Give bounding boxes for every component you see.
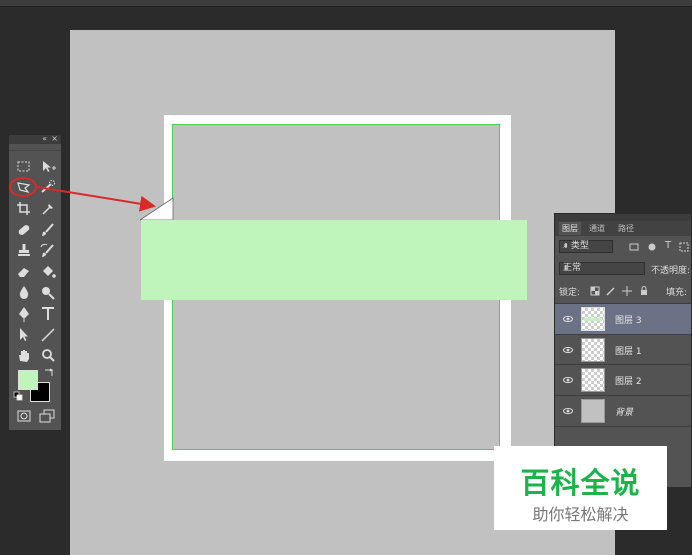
- tool-row: [12, 346, 58, 366]
- app-top-bar: [0, 0, 692, 7]
- image-filter-icon[interactable]: [629, 242, 639, 252]
- path-select-icon[interactable]: [14, 325, 34, 345]
- tool-row: [12, 199, 58, 219]
- tools-panel-grip[interactable]: [9, 144, 61, 151]
- move-icon[interactable]: [38, 157, 58, 177]
- pen-icon[interactable]: [14, 304, 34, 324]
- tool-row: [12, 241, 58, 261]
- history-brush-icon[interactable]: [38, 241, 58, 261]
- filter-kind-select[interactable]: ⌕ 类型 ⬍: [559, 240, 613, 253]
- tab-paths[interactable]: 路径: [615, 222, 637, 235]
- layers-panel-tabs: 图层 通道 路径: [555, 221, 691, 236]
- layer-thumbnail: [581, 399, 605, 423]
- tools-panel-header[interactable]: « ×: [9, 134, 61, 144]
- lock-pixels-icon[interactable]: [606, 286, 616, 296]
- visibility-eye-icon[interactable]: [563, 314, 573, 324]
- eraser-icon[interactable]: [14, 262, 34, 282]
- type-filter-icon[interactable]: T: [665, 240, 671, 251]
- blur-icon[interactable]: [14, 283, 34, 303]
- watermark-subtitle: 助你轻松解决: [532, 505, 629, 524]
- green-band-shape: [141, 220, 527, 300]
- layers-panel-header[interactable]: [555, 214, 691, 221]
- quick-mask-icon[interactable]: [16, 409, 32, 423]
- eyedropper-icon[interactable]: [38, 199, 58, 219]
- tool-row: [12, 262, 58, 282]
- tool-row: [12, 220, 58, 240]
- chevron-updown-icon: ⬍: [563, 242, 569, 250]
- zoom-icon[interactable]: [38, 346, 58, 366]
- dodge-icon[interactable]: [38, 283, 58, 303]
- foreground-color-swatch[interactable]: [18, 370, 38, 390]
- brush-icon[interactable]: [38, 220, 58, 240]
- line-icon[interactable]: [38, 325, 58, 345]
- lock-label: 锁定:: [559, 288, 581, 298]
- layer-row[interactable]: 图层 3: [555, 303, 691, 334]
- close-icon[interactable]: ×: [51, 134, 58, 143]
- tab-layers[interactable]: 图层: [559, 222, 581, 235]
- paint-bucket-icon[interactable]: [38, 262, 58, 282]
- chevron-updown-icon: ⬍: [563, 264, 569, 272]
- tool-row: [12, 325, 58, 345]
- default-colors-icon[interactable]: [13, 391, 23, 401]
- layer-thumbnail: [581, 307, 605, 331]
- folded-corner-shape: [140, 197, 174, 221]
- tab-channels[interactable]: 通道: [586, 222, 608, 235]
- tool-row: [12, 157, 58, 177]
- visibility-eye-icon[interactable]: [563, 375, 573, 385]
- tools-panel: « ×: [8, 134, 62, 431]
- lock-position-icon[interactable]: [622, 286, 632, 296]
- layer-row[interactable]: 图层 1: [555, 334, 691, 365]
- layer-row[interactable]: 图层 2: [555, 364, 691, 395]
- swap-colors-icon[interactable]: [43, 367, 55, 379]
- watermark-logo: 百科全说 助你轻松解决: [494, 446, 667, 530]
- shape-filter-icon[interactable]: [679, 242, 689, 252]
- layer-thumbnail: [581, 338, 605, 362]
- collapse-icon[interactable]: «: [42, 134, 47, 143]
- blend-mode-select[interactable]: 正常 ⬍: [559, 262, 645, 275]
- clone-stamp-icon[interactable]: [14, 241, 34, 261]
- quick-select-icon[interactable]: [38, 178, 58, 198]
- watermark-title: 百科全说: [520, 466, 641, 500]
- healing-brush-icon[interactable]: [14, 220, 34, 240]
- layer-name: 背景: [615, 408, 634, 418]
- layer-row[interactable]: 背景: [555, 395, 691, 426]
- type-icon[interactable]: [38, 304, 58, 324]
- crop-icon[interactable]: [14, 199, 34, 219]
- highlight-circle: [9, 177, 37, 197]
- visibility-eye-icon[interactable]: [563, 345, 573, 355]
- lock-transparent-icon[interactable]: [590, 286, 600, 296]
- layer-name: 图层 3: [615, 316, 642, 326]
- tool-row: [12, 283, 58, 303]
- hand-icon[interactable]: [14, 346, 34, 366]
- opacity-label: 不透明度:: [651, 266, 691, 276]
- layer-name: 图层 2: [615, 377, 642, 387]
- rect-marquee-icon[interactable]: [14, 157, 34, 177]
- layer-thumbnail: [581, 368, 605, 392]
- screen-mode-icon[interactable]: [39, 409, 55, 423]
- visibility-eye-icon[interactable]: [563, 406, 573, 416]
- layer-name: 图层 1: [615, 347, 642, 357]
- lock-all-icon[interactable]: [639, 286, 649, 296]
- adjustment-filter-icon[interactable]: [647, 242, 657, 252]
- fill-label: 填充:: [666, 288, 688, 298]
- tool-row: [12, 304, 58, 324]
